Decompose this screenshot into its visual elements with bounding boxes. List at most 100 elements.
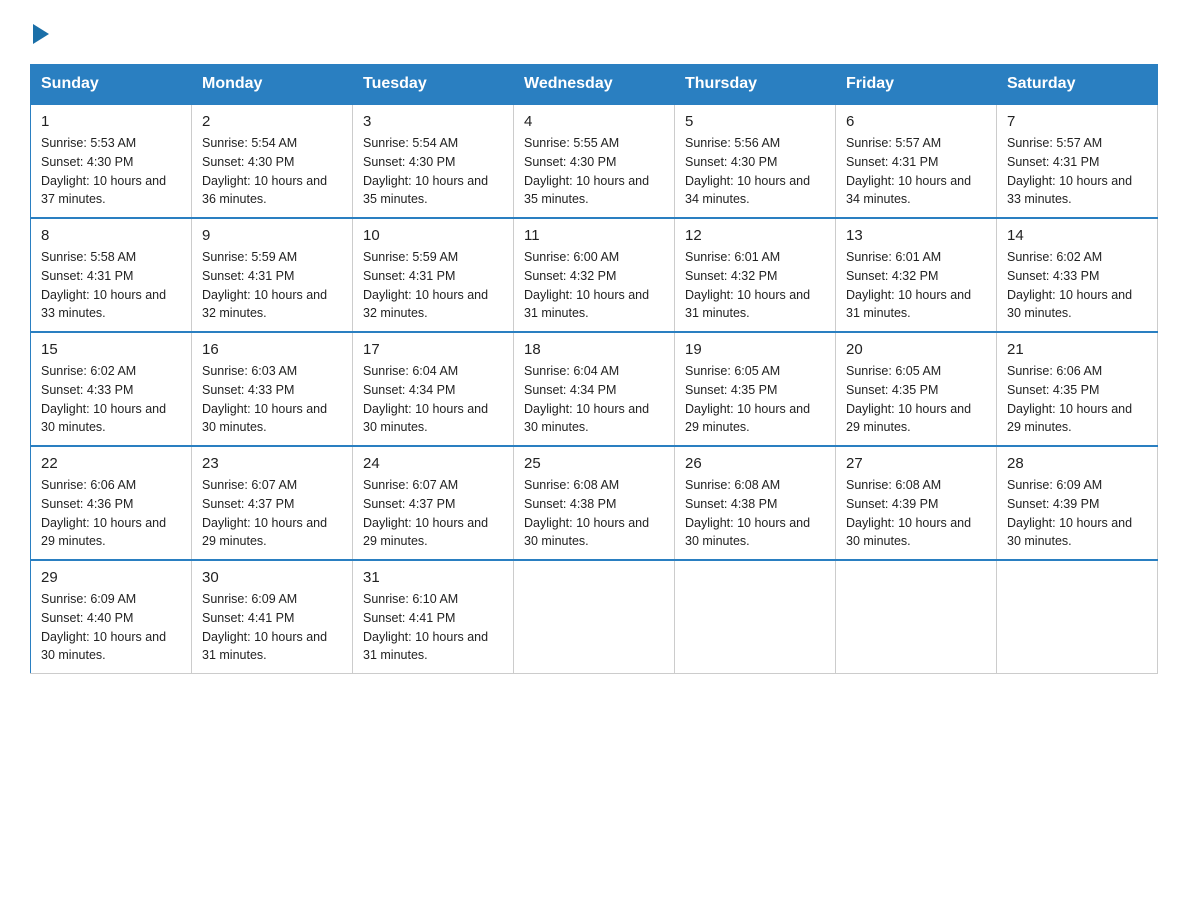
table-row: 6 Sunrise: 5:57 AM Sunset: 4:31 PM Dayli… [836,104,997,218]
table-row: 22 Sunrise: 6:06 AM Sunset: 4:36 PM Dayl… [31,446,192,560]
day-info: Sunrise: 5:57 AM Sunset: 4:31 PM Dayligh… [846,134,986,209]
day-number: 11 [524,227,664,244]
day-number: 2 [202,113,342,130]
day-info: Sunrise: 5:56 AM Sunset: 4:30 PM Dayligh… [685,134,825,209]
table-row: 2 Sunrise: 5:54 AM Sunset: 4:30 PM Dayli… [192,104,353,218]
day-info: Sunrise: 5:58 AM Sunset: 4:31 PM Dayligh… [41,248,181,323]
day-info: Sunrise: 6:00 AM Sunset: 4:32 PM Dayligh… [524,248,664,323]
table-row: 24 Sunrise: 6:07 AM Sunset: 4:37 PM Dayl… [353,446,514,560]
day-number: 12 [685,227,825,244]
day-info: Sunrise: 5:54 AM Sunset: 4:30 PM Dayligh… [363,134,503,209]
header-monday: Monday [192,65,353,105]
logo [30,20,49,44]
day-info: Sunrise: 6:05 AM Sunset: 4:35 PM Dayligh… [685,362,825,437]
day-number: 31 [363,569,503,586]
day-number: 24 [363,455,503,472]
day-info: Sunrise: 6:06 AM Sunset: 4:35 PM Dayligh… [1007,362,1147,437]
day-info: Sunrise: 6:08 AM Sunset: 4:38 PM Dayligh… [524,476,664,551]
calendar-table: Sunday Monday Tuesday Wednesday Thursday… [30,64,1158,674]
table-row: 23 Sunrise: 6:07 AM Sunset: 4:37 PM Dayl… [192,446,353,560]
table-row: 16 Sunrise: 6:03 AM Sunset: 4:33 PM Dayl… [192,332,353,446]
table-row: 9 Sunrise: 5:59 AM Sunset: 4:31 PM Dayli… [192,218,353,332]
day-number: 10 [363,227,503,244]
table-row: 12 Sunrise: 6:01 AM Sunset: 4:32 PM Dayl… [675,218,836,332]
table-row: 3 Sunrise: 5:54 AM Sunset: 4:30 PM Dayli… [353,104,514,218]
day-info: Sunrise: 5:54 AM Sunset: 4:30 PM Dayligh… [202,134,342,209]
table-row: 25 Sunrise: 6:08 AM Sunset: 4:38 PM Dayl… [514,446,675,560]
day-info: Sunrise: 6:07 AM Sunset: 4:37 PM Dayligh… [202,476,342,551]
day-number: 18 [524,341,664,358]
calendar-week-row: 8 Sunrise: 5:58 AM Sunset: 4:31 PM Dayli… [31,218,1158,332]
day-info: Sunrise: 6:09 AM Sunset: 4:40 PM Dayligh… [41,590,181,665]
calendar-week-row: 29 Sunrise: 6:09 AM Sunset: 4:40 PM Dayl… [31,560,1158,674]
day-info: Sunrise: 6:08 AM Sunset: 4:39 PM Dayligh… [846,476,986,551]
table-row: 5 Sunrise: 5:56 AM Sunset: 4:30 PM Dayli… [675,104,836,218]
day-number: 6 [846,113,986,130]
day-info: Sunrise: 5:55 AM Sunset: 4:30 PM Dayligh… [524,134,664,209]
day-number: 27 [846,455,986,472]
day-number: 23 [202,455,342,472]
table-row: 8 Sunrise: 5:58 AM Sunset: 4:31 PM Dayli… [31,218,192,332]
day-info: Sunrise: 5:59 AM Sunset: 4:31 PM Dayligh… [363,248,503,323]
day-number: 22 [41,455,181,472]
day-number: 16 [202,341,342,358]
day-info: Sunrise: 6:06 AM Sunset: 4:36 PM Dayligh… [41,476,181,551]
table-row: 10 Sunrise: 5:59 AM Sunset: 4:31 PM Dayl… [353,218,514,332]
day-info: Sunrise: 5:57 AM Sunset: 4:31 PM Dayligh… [1007,134,1147,209]
day-info: Sunrise: 6:05 AM Sunset: 4:35 PM Dayligh… [846,362,986,437]
day-info: Sunrise: 6:02 AM Sunset: 4:33 PM Dayligh… [41,362,181,437]
day-number: 3 [363,113,503,130]
day-info: Sunrise: 6:09 AM Sunset: 4:39 PM Dayligh… [1007,476,1147,551]
day-info: Sunrise: 5:59 AM Sunset: 4:31 PM Dayligh… [202,248,342,323]
day-info: Sunrise: 6:10 AM Sunset: 4:41 PM Dayligh… [363,590,503,665]
header-friday: Friday [836,65,997,105]
day-number: 13 [846,227,986,244]
table-row: 4 Sunrise: 5:55 AM Sunset: 4:30 PM Dayli… [514,104,675,218]
day-number: 14 [1007,227,1147,244]
calendar-week-row: 1 Sunrise: 5:53 AM Sunset: 4:30 PM Dayli… [31,104,1158,218]
calendar-week-row: 22 Sunrise: 6:06 AM Sunset: 4:36 PM Dayl… [31,446,1158,560]
table-row: 21 Sunrise: 6:06 AM Sunset: 4:35 PM Dayl… [997,332,1158,446]
day-number: 30 [202,569,342,586]
day-number: 5 [685,113,825,130]
day-number: 26 [685,455,825,472]
day-number: 25 [524,455,664,472]
table-row: 1 Sunrise: 5:53 AM Sunset: 4:30 PM Dayli… [31,104,192,218]
table-row: 18 Sunrise: 6:04 AM Sunset: 4:34 PM Dayl… [514,332,675,446]
header-wednesday: Wednesday [514,65,675,105]
day-number: 20 [846,341,986,358]
day-number: 19 [685,341,825,358]
day-info: Sunrise: 6:02 AM Sunset: 4:33 PM Dayligh… [1007,248,1147,323]
day-info: Sunrise: 5:53 AM Sunset: 4:30 PM Dayligh… [41,134,181,209]
table-row: 20 Sunrise: 6:05 AM Sunset: 4:35 PM Dayl… [836,332,997,446]
table-row: 15 Sunrise: 6:02 AM Sunset: 4:33 PM Dayl… [31,332,192,446]
day-info: Sunrise: 6:04 AM Sunset: 4:34 PM Dayligh… [363,362,503,437]
header-thursday: Thursday [675,65,836,105]
table-row: 17 Sunrise: 6:04 AM Sunset: 4:34 PM Dayl… [353,332,514,446]
day-info: Sunrise: 6:03 AM Sunset: 4:33 PM Dayligh… [202,362,342,437]
day-info: Sunrise: 6:04 AM Sunset: 4:34 PM Dayligh… [524,362,664,437]
day-info: Sunrise: 6:08 AM Sunset: 4:38 PM Dayligh… [685,476,825,551]
table-row: 13 Sunrise: 6:01 AM Sunset: 4:32 PM Dayl… [836,218,997,332]
table-row: 7 Sunrise: 5:57 AM Sunset: 4:31 PM Dayli… [997,104,1158,218]
day-number: 17 [363,341,503,358]
calendar-week-row: 15 Sunrise: 6:02 AM Sunset: 4:33 PM Dayl… [31,332,1158,446]
table-row [514,560,675,674]
header-saturday: Saturday [997,65,1158,105]
calendar-header-row: Sunday Monday Tuesday Wednesday Thursday… [31,65,1158,105]
day-number: 8 [41,227,181,244]
day-number: 9 [202,227,342,244]
day-info: Sunrise: 6:07 AM Sunset: 4:37 PM Dayligh… [363,476,503,551]
table-row: 31 Sunrise: 6:10 AM Sunset: 4:41 PM Dayl… [353,560,514,674]
day-info: Sunrise: 6:01 AM Sunset: 4:32 PM Dayligh… [685,248,825,323]
day-info: Sunrise: 6:09 AM Sunset: 4:41 PM Dayligh… [202,590,342,665]
day-number: 4 [524,113,664,130]
table-row: 19 Sunrise: 6:05 AM Sunset: 4:35 PM Dayl… [675,332,836,446]
table-row: 11 Sunrise: 6:00 AM Sunset: 4:32 PM Dayl… [514,218,675,332]
day-number: 29 [41,569,181,586]
day-number: 28 [1007,455,1147,472]
logo-arrow-icon [33,24,49,44]
table-row: 29 Sunrise: 6:09 AM Sunset: 4:40 PM Dayl… [31,560,192,674]
table-row [836,560,997,674]
day-number: 7 [1007,113,1147,130]
